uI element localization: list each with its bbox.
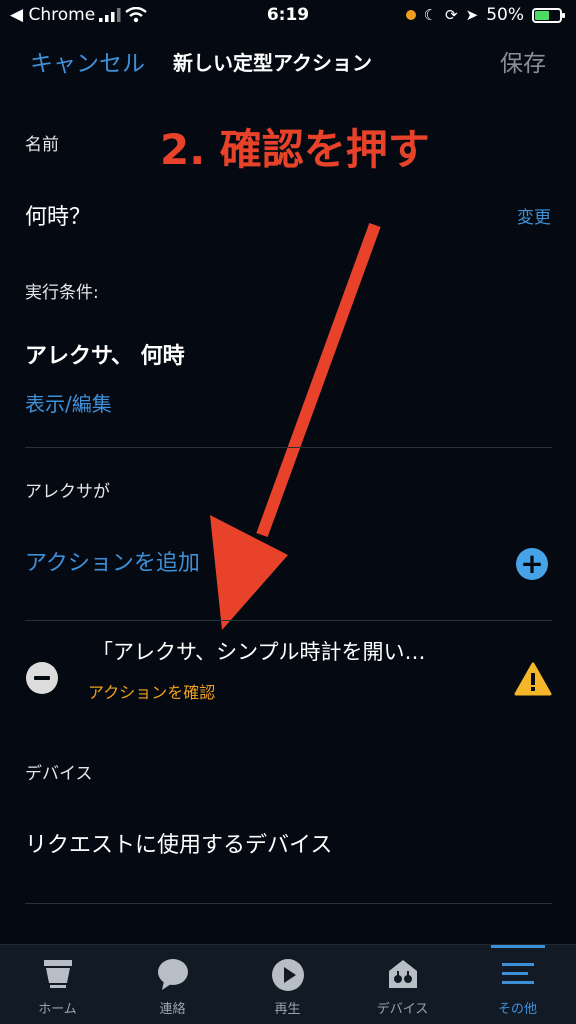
nav-home[interactable]: ホーム bbox=[0, 945, 115, 1024]
minus-icon bbox=[34, 676, 50, 680]
nav-home-label: ホーム bbox=[38, 1002, 77, 1017]
nav-devices-label: デバイス bbox=[376, 1002, 429, 1017]
annotation-text: 2. 確認を押す bbox=[160, 125, 430, 174]
confirm-action-link[interactable]: アクションを確認 bbox=[88, 679, 215, 703]
devices-icon bbox=[388, 960, 417, 988]
save-button[interactable]: 保存 bbox=[500, 44, 546, 78]
trigger-label: 実行条件: bbox=[25, 283, 99, 303]
battery-percent: 50% bbox=[486, 5, 524, 25]
add-action-link[interactable]: アクションを追加 bbox=[25, 545, 200, 577]
name-label: 名前 bbox=[25, 135, 59, 155]
divider bbox=[25, 903, 552, 904]
change-name-link[interactable]: 変更 bbox=[517, 203, 551, 228]
nav-play-label: 再生 bbox=[274, 1002, 301, 1017]
plus-icon: + bbox=[520, 547, 544, 580]
rotation-lock-icon: ⟳ bbox=[445, 6, 458, 24]
menu-icon bbox=[501, 963, 534, 984]
play-icon bbox=[271, 959, 304, 991]
nav-communicate[interactable]: 連絡 bbox=[115, 945, 230, 1024]
warning-icon bbox=[514, 662, 552, 696]
location-icon: ➤ bbox=[465, 6, 479, 24]
remove-action-button[interactable] bbox=[26, 662, 58, 694]
page-title: 新しい定型アクション bbox=[173, 51, 372, 75]
home-icon bbox=[43, 960, 72, 988]
nav-more[interactable]: その他 bbox=[460, 945, 575, 1024]
nav-communicate-label: 連絡 bbox=[159, 1002, 186, 1017]
device-label: デバイス bbox=[25, 764, 93, 784]
alexa-actions-label: アレクサが bbox=[25, 482, 110, 502]
view-edit-link[interactable]: 表示/編集 bbox=[25, 388, 112, 417]
annotation-arrow bbox=[210, 222, 381, 630]
device-selector[interactable]: リクエストに使用するデバイス bbox=[25, 827, 332, 859]
bottom-nav: ホーム 連絡 再生 デバイス その他 bbox=[0, 944, 576, 1024]
trigger-phrase: アレクサ、 何時 bbox=[25, 344, 185, 369]
nav-devices[interactable]: デバイス bbox=[345, 945, 460, 1024]
battery-icon bbox=[532, 7, 565, 23]
chat-bubble-icon bbox=[157, 959, 188, 990]
divider bbox=[25, 447, 552, 448]
status-bar: ◀ Chrome 6:19 ☾ ⟳ ➤ 50% bbox=[0, 0, 576, 32]
cancel-button[interactable]: キャンセル bbox=[30, 44, 145, 78]
action-item-text[interactable]: 「アレクサ、シンプル時計を開い… bbox=[92, 636, 425, 666]
moon-icon: ☾ bbox=[423, 6, 438, 24]
mic-in-use-indicator bbox=[405, 10, 416, 20]
nav-more-label: その他 bbox=[497, 1002, 537, 1017]
add-action-button[interactable]: + bbox=[516, 548, 548, 580]
nav-play[interactable]: 再生 bbox=[230, 945, 345, 1024]
divider bbox=[25, 620, 552, 621]
routine-name: 何時？ bbox=[25, 205, 92, 230]
